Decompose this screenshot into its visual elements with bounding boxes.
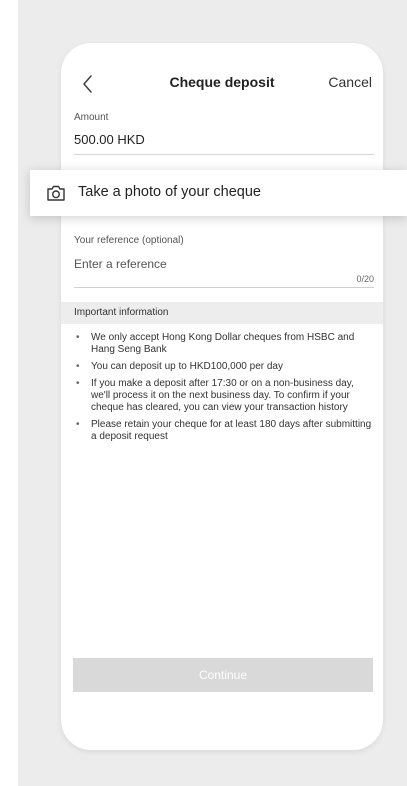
important-info-header: Important information [61, 302, 383, 324]
reference-char-counter: 0/20 [356, 274, 374, 284]
list-item: • We only accept Hong Kong Dollar cheques… [74, 332, 374, 356]
cancel-button[interactable]: Cancel [328, 74, 372, 90]
amount-value: 500.00 HKD [74, 132, 145, 147]
list-item: • Please retain your cheque for at least … [74, 419, 374, 443]
info-item-text: Please retain your cheque for at least 1… [91, 419, 372, 442]
nav-bar: Cheque deposit Cancel [61, 43, 383, 123]
phone-screen: Cheque deposit Cancel Amount 500.00 HKD … [61, 43, 383, 750]
bullet-icon: • [76, 361, 80, 372]
take-photo-label: Take a photo of your cheque [78, 184, 261, 200]
info-item-text: If you make a deposit after 17:30 or on … [91, 378, 354, 413]
amount-label: Amount [74, 112, 109, 123]
info-item-text: You can deposit up to HKD100,000 per day [91, 361, 283, 372]
important-info-title: Important information [74, 307, 169, 318]
take-photo-button[interactable]: Take a photo of your cheque [30, 170, 407, 216]
continue-button[interactable]: Continue [73, 658, 373, 692]
info-item-text: We only accept Hong Kong Dollar cheques … [91, 332, 355, 355]
list-item: • If you make a deposit after 17:30 or on… [74, 378, 374, 414]
bullet-icon: • [76, 332, 80, 343]
camera-icon [46, 184, 66, 202]
reference-input[interactable] [74, 253, 374, 275]
reference-label: Your reference (optional) [74, 235, 184, 246]
bullet-icon: • [76, 378, 80, 389]
amount-divider [74, 154, 374, 155]
important-info-list: • We only accept Hong Kong Dollar cheques… [74, 332, 374, 448]
reference-underline [74, 287, 374, 288]
bullet-icon: • [76, 419, 80, 430]
list-item: • You can deposit up to HKD100,000 per da… [74, 361, 374, 373]
